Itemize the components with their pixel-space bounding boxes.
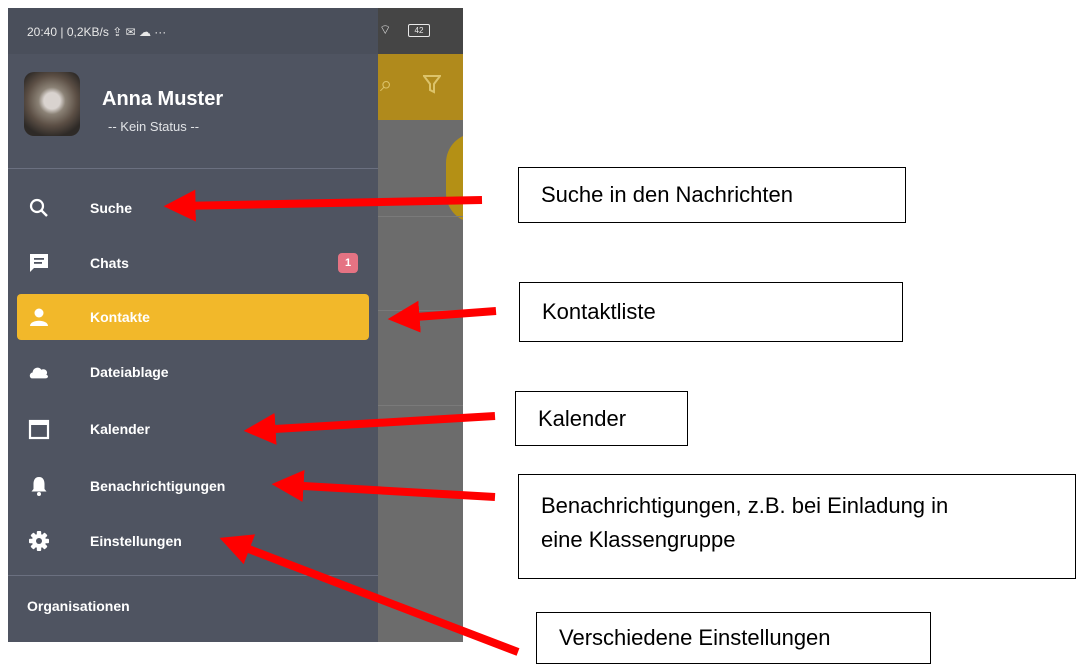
- search-icon[interactable]: ⌕: [380, 72, 392, 97]
- menu-item-label: Chats: [90, 255, 129, 271]
- callout-kontaktliste: Kontaktliste: [519, 282, 903, 342]
- chat-icon: [30, 254, 48, 272]
- callout-kalender: Kalender: [515, 391, 688, 446]
- menu-item-dateiablage[interactable]: Dateiablage: [8, 349, 378, 395]
- menu-item-kontakte[interactable]: Kontakte: [17, 294, 369, 340]
- cloud-icon: [29, 367, 48, 379]
- filter-icon[interactable]: [423, 74, 441, 94]
- user-status: -- Kein Status --: [108, 119, 200, 134]
- callout-benachrichtigungen: Benachrichtigungen, z.B. bei Einladung i…: [518, 474, 1076, 579]
- callout-suche: Suche in den Nachrichten: [518, 167, 906, 223]
- divider: [8, 168, 378, 169]
- menu-item-label: Dateiablage: [90, 364, 169, 380]
- background-divider: [378, 405, 463, 406]
- organisationen-section[interactable]: Organisationen: [27, 598, 130, 614]
- drawer-status-bar: 20:40 | 0,2KB/s ⇪ ✉ ☁ ···: [8, 8, 378, 54]
- battery-icon: 42: [408, 24, 430, 37]
- unread-badge: 1: [338, 253, 358, 273]
- avatar[interactable]: [24, 72, 80, 136]
- background-fab: [446, 133, 463, 223]
- menu-item-label: Kontakte: [90, 309, 150, 325]
- phone-screenshot: ⌕ ✻ .ıll ⌔ 42 20:40 | 0,2KB/s ⇪ ✉ ☁ ··· …: [8, 8, 463, 642]
- menu-item-label: Einstellungen: [90, 533, 182, 549]
- menu-item-einstellungen[interactable]: Einstellungen: [8, 518, 378, 564]
- menu-item-label: Benachrichtigungen: [90, 478, 226, 494]
- navigation-drawer: 20:40 | 0,2KB/s ⇪ ✉ ☁ ··· Anna Muster --…: [8, 8, 378, 642]
- status-icons: ⇪ ✉ ☁ ···: [112, 25, 167, 39]
- person-icon: [30, 308, 48, 326]
- calendar-icon: [28, 419, 50, 440]
- menu-item-chats[interactable]: Chats 1: [8, 240, 378, 286]
- background-divider: [378, 216, 463, 217]
- menu-item-benachrichtigungen[interactable]: Benachrichtigungen: [8, 463, 378, 509]
- user-name: Anna Muster: [102, 88, 224, 110]
- menu-item-suche[interactable]: Suche: [8, 185, 378, 231]
- menu-item-kalender[interactable]: Kalender: [8, 406, 378, 452]
- status-time: 20:40 | 0,2KB/s: [27, 25, 109, 39]
- menu-item-label: Suche: [90, 200, 133, 216]
- bell-icon: [31, 477, 47, 496]
- callout-einstellungen: Verschiedene Einstellungen: [536, 612, 931, 664]
- menu-item-label: Kalender: [90, 421, 150, 437]
- divider: [8, 575, 378, 576]
- search-icon: [29, 198, 48, 217]
- gear-icon: [29, 531, 49, 551]
- background-divider: [378, 310, 463, 311]
